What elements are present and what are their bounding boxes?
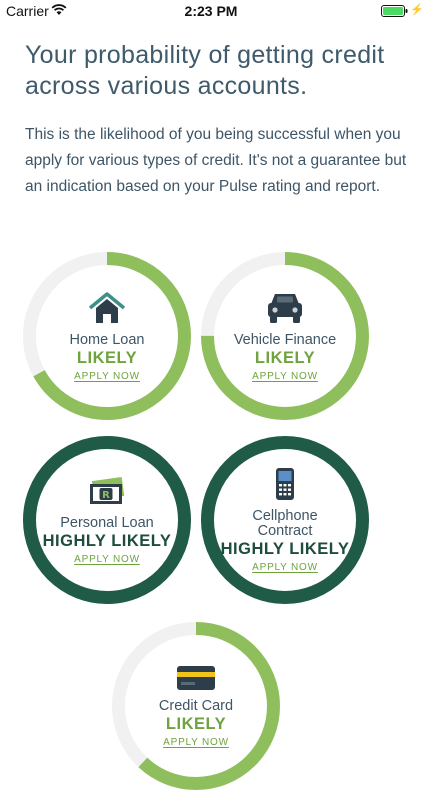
- account-label: Home Loan: [69, 331, 145, 348]
- apply-now-link-vehicle-finance[interactable]: APPLY NOW: [252, 371, 318, 382]
- battery-icon: [381, 4, 408, 22]
- apply-now-link-personal-loan[interactable]: APPLY NOW: [74, 554, 140, 565]
- apply-now-link-cellphone-contract[interactable]: APPLY NOW: [252, 562, 318, 573]
- likelihood-status: LIKELY: [254, 348, 316, 367]
- likelihood-status: LIKELY: [165, 714, 227, 733]
- cellphone-icon: [275, 467, 295, 506]
- account-label: Personal Loan: [60, 514, 154, 531]
- cellphone-contract-gauge: Cellphone Contract HIGHLY LIKELY APPLY N…: [201, 436, 369, 604]
- home-loan-gauge: Home Loan LIKELY APPLY NOW: [23, 252, 191, 420]
- account-label-line-1: Cellphone: [252, 508, 318, 524]
- page-title: Your probability of getting credit acros…: [25, 41, 385, 100]
- house-icon: [87, 291, 127, 330]
- account-label-line-2: Contract: [257, 523, 313, 539]
- status-bar: Carrier 2:23 PM ⚡: [0, 0, 422, 22]
- apply-now-link-home-loan[interactable]: APPLY NOW: [74, 371, 140, 382]
- apply-now-link-credit-card[interactable]: APPLY NOW: [163, 737, 229, 748]
- account-label: Credit Card: [158, 697, 234, 714]
- account-label: Vehicle Finance: [233, 331, 337, 348]
- credit-card-icon: [176, 665, 216, 696]
- likelihood-status: LIKELY: [76, 348, 138, 367]
- likelihood-status: HIGHLY LIKELY: [220, 540, 350, 558]
- credit-card-gauge: Credit Card LIKELY APPLY NOW: [112, 622, 280, 790]
- clock: 2:23 PM: [184, 3, 238, 19]
- intro-text: This is the likelihood of you being succ…: [25, 126, 407, 195]
- svg-text:R: R: [102, 490, 110, 501]
- car-icon: [267, 291, 303, 330]
- charging-icon: ⚡: [410, 4, 422, 16]
- personal-loan-gauge: R Personal Loan HIGHLY LIKELY APPLY NOW: [23, 436, 191, 604]
- vehicle-finance-gauge: Vehicle Finance LIKELY APPLY NOW: [201, 252, 369, 420]
- likelihood-status: HIGHLY LIKELY: [42, 531, 172, 550]
- banknote-icon: R: [87, 476, 127, 513]
